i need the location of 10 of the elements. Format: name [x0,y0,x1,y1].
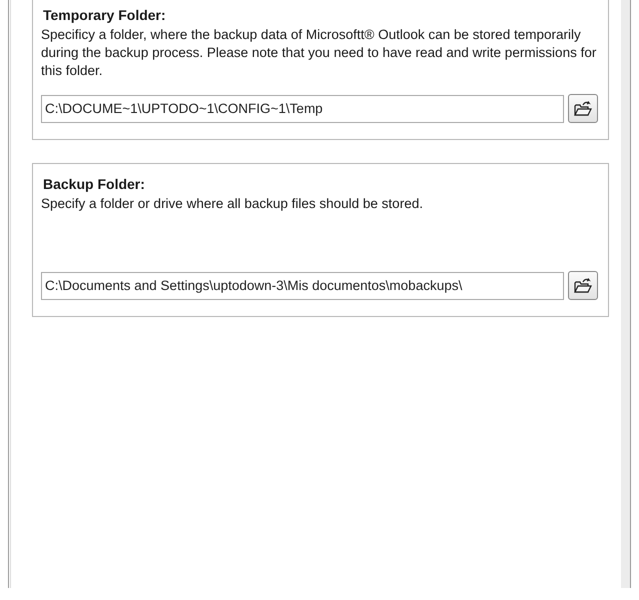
folder-icon [574,278,592,294]
section-description: Specify a folder or drive where all backup files should be stored. [41,195,424,213]
path-field[interactable]: C:\Documents and Settings\uptodown-3\Mis documentos\mobackups\ [41,272,564,300]
path-field[interactable]: C:\DOCUME~1\UPTODO~1\CONFIG~1\Temp [41,94,564,122]
section-description: Specificy a folder, where the backup data of Microsoftt® Outlook can be stored temporarily during the backup process. Please note that you need to have read and write permissions for this folder. [41,26,598,80]
section-title: Backup Folder: [43,176,146,192]
browse-button[interactable] [568,94,598,123]
section-title: Temporary Folder: [43,7,167,23]
folder-icon [574,100,592,116]
browse-button[interactable] [568,271,598,300]
